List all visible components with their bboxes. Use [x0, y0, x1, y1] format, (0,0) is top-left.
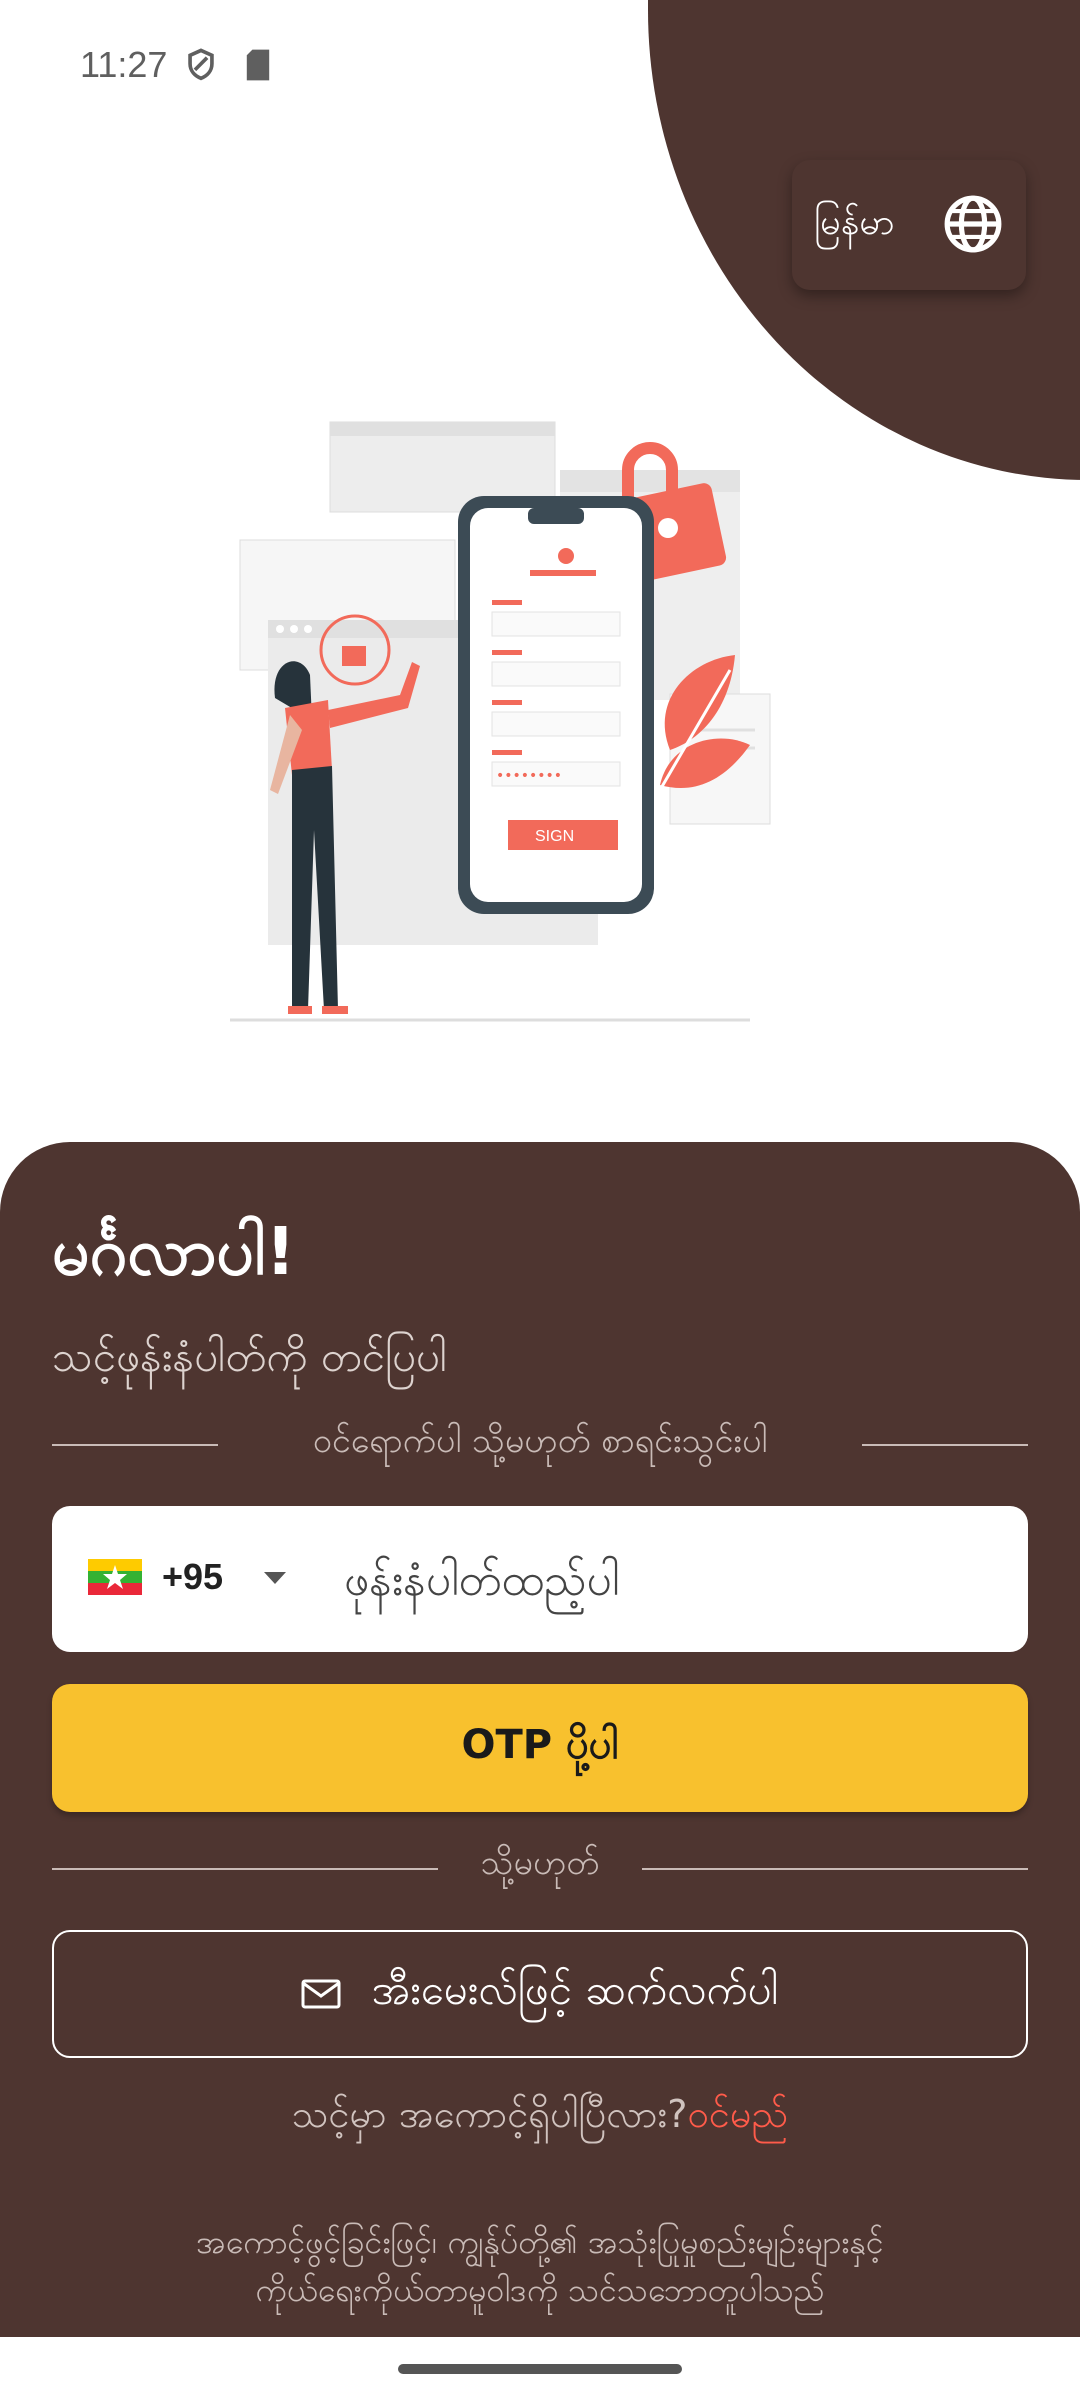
- home-indicator[interactable]: [398, 2364, 682, 2374]
- divider-right: [862, 1444, 1028, 1446]
- login-illustration: •••••••• SIGN: [230, 421, 771, 1022]
- signin-divider-text: ဝင်ရောက်ပါ သို့မဟုတ် စာရင်းသွင်းပါ: [312, 1421, 768, 1461]
- terms-text: အကောင့်ဖွင့်ခြင်းဖြင့်၊ ကျွန်ုပ်တို့၏ အသ…: [80, 2218, 1000, 2314]
- email-button-label: အီးမေးလ်ဖြင့် ဆက်လက်ပါ: [371, 1965, 779, 2014]
- welcome-heading: မင်္ဂလာပါ!: [52, 1213, 296, 1290]
- sd-card-icon: [246, 49, 270, 81]
- mail-icon: [301, 1979, 341, 2009]
- language-label: မြန်မာ: [814, 202, 895, 243]
- illustration-sign-label: SIGN: [535, 828, 574, 845]
- send-otp-button[interactable]: OTP ပို့ပါ: [52, 1684, 1028, 1812]
- chevron-down-icon[interactable]: [264, 1572, 286, 1586]
- login-prompt: သင့်မှာ အကောင့်ရှိပါပြီလား?ဝင်မည်: [0, 2090, 1080, 2146]
- phone-number-input[interactable]: [342, 1534, 1006, 1626]
- divider-left: [52, 1444, 218, 1446]
- status-time: 11:27: [80, 44, 168, 85]
- myanmar-flag-icon[interactable]: [88, 1559, 142, 1595]
- thumbs-up-icon: [342, 646, 366, 666]
- phone-input-field: +95: [52, 1506, 1028, 1652]
- shield-icon: [188, 48, 214, 81]
- terms-line-1: အကောင့်ဖွင့်ခြင်းဖြင့်၊ ကျွန်ုပ်တို့၏ အသ…: [196, 2223, 884, 2261]
- globe-icon: [944, 195, 1002, 253]
- password-mask: ••••••••: [496, 768, 562, 784]
- phone-prompt-text: သင့်ဖုန်းနံပါတ်ကို တင်ပြပါ: [52, 1332, 448, 1381]
- language-selector-button[interactable]: မြန်မာ: [792, 160, 1026, 290]
- or-divider-left: [52, 1868, 438, 1870]
- terms-line-2: ကိုယ်ရေးကိုယ်တာမူဝါဒကို သင်သဘောတူပါသည်: [255, 2271, 825, 2309]
- or-divider-right: [642, 1868, 1028, 1870]
- account-question-text: သင့်မှာ အကောင့်ရှိပါပြီလား?: [291, 2092, 688, 2136]
- or-text: သို့မဟုတ်: [480, 1843, 600, 1883]
- country-code[interactable]: +95: [162, 1556, 223, 1598]
- login-link[interactable]: ဝင်မည်: [687, 2092, 788, 2136]
- continue-with-email-button[interactable]: အီးမေးလ်ဖြင့် ဆက်လက်ပါ: [52, 1930, 1028, 2058]
